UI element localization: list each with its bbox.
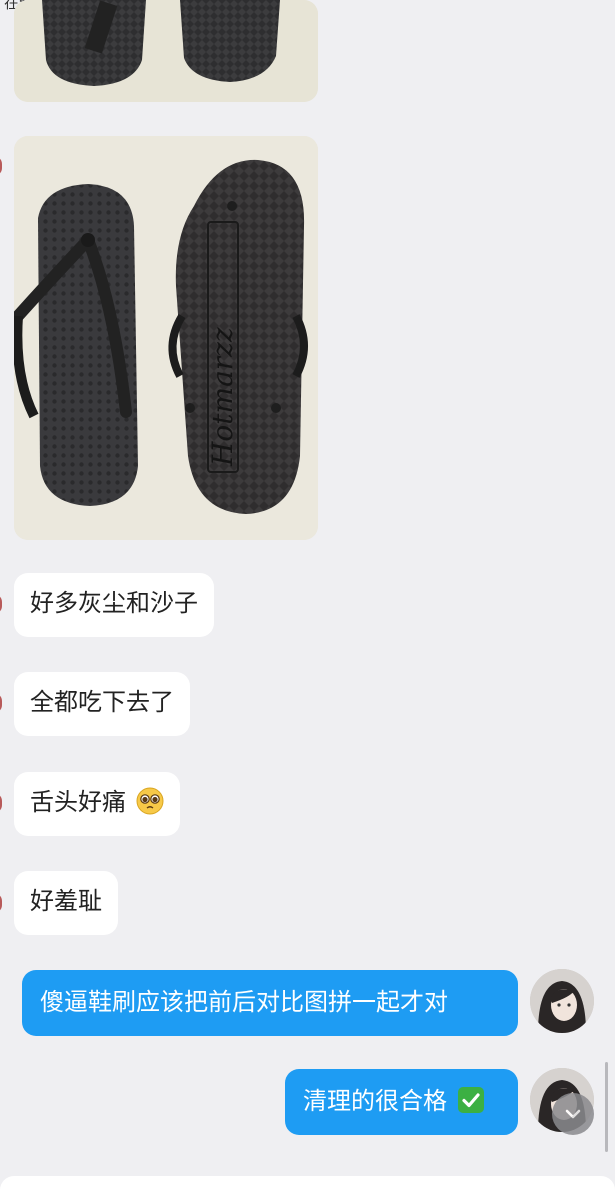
incoming-message[interactable]: 舌头好痛 [14,772,180,836]
image-message-soles[interactable] [14,0,318,102]
message-text: 清理的很合格 [303,1087,447,1115]
message-text: 傻逼鞋刷应该把前后对比图拼一起才对 [40,988,448,1016]
soles-photo [14,0,318,102]
sender-avatar-edge[interactable] [0,594,2,614]
image-message-flipflops[interactable]: Hotmarzz [14,136,318,540]
flipflops-photo: Hotmarzz [14,136,318,540]
pleading-face-emoji-icon [136,787,164,815]
input-bar[interactable] [0,1176,615,1200]
message-text: 舌头好痛 [30,788,126,816]
outgoing-message[interactable]: 傻逼鞋刷应该把前后对比图拼一起才对 [22,970,518,1036]
incoming-message[interactable]: 好多灰尘和沙子 [14,573,214,637]
sender-avatar-edge[interactable] [0,156,2,176]
user-avatar-image [530,969,594,1033]
sender-avatar-edge[interactable] [0,893,2,913]
sole-brand: Hotmarzz [206,327,239,467]
message-text: 好多灰尘和沙子 [30,589,198,617]
outgoing-message[interactable]: 清理的很合格 [285,1069,518,1135]
sender-avatar-edge[interactable] [0,793,2,813]
scroll-to-bottom-button[interactable] [552,1093,594,1135]
incoming-message[interactable]: 全都吃下去了 [14,672,190,736]
incoming-message[interactable]: 好羞耻 [14,871,118,935]
sender-avatar-edge[interactable] [0,693,2,713]
check-mark-emoji-icon [457,1087,484,1113]
message-text: 全都吃下去了 [30,688,174,716]
message-text: 好羞耻 [30,887,102,915]
chevron-down-icon [565,1109,581,1119]
scrollbar[interactable] [605,1062,608,1152]
avatar[interactable] [530,969,594,1033]
